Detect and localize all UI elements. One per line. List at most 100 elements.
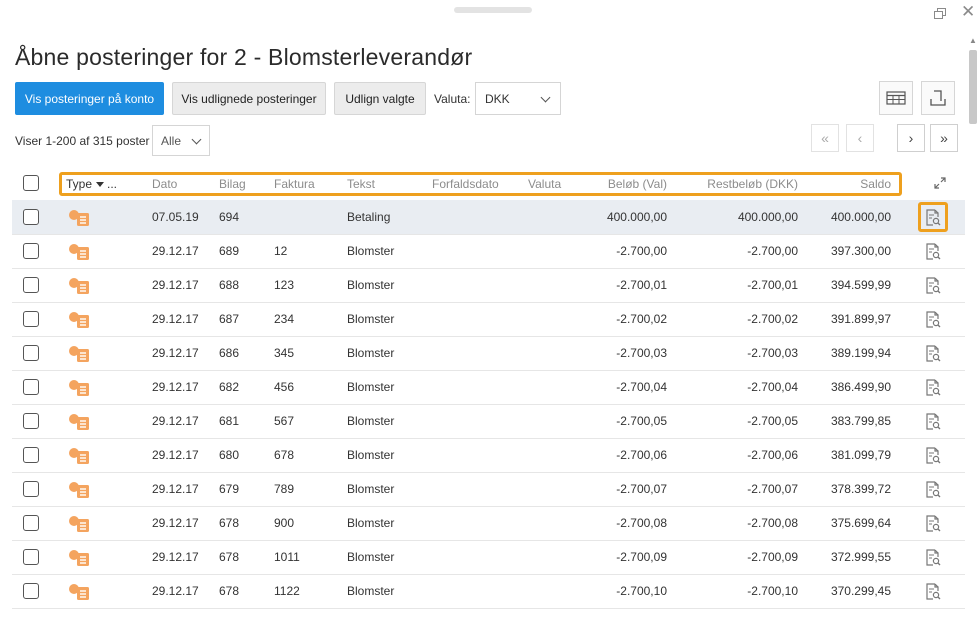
document-search-icon[interactable] xyxy=(925,345,941,362)
filter-select[interactable]: Alle xyxy=(152,125,210,156)
row-checkbox[interactable] xyxy=(23,413,39,429)
cell-voucher: 686 xyxy=(219,346,240,360)
table-row[interactable]: 29.12.17 678 900 Blomster -2.700,08 -2.7… xyxy=(12,506,965,541)
cell-date: 29.12.17 xyxy=(152,584,199,598)
column-header-remaining[interactable]: Restbeløb (DKK) xyxy=(677,166,798,200)
close-icon[interactable]: ✕ xyxy=(961,3,975,20)
row-checkbox[interactable] xyxy=(23,277,39,293)
row-action-highlight-outline xyxy=(918,202,948,232)
chevron-down-icon xyxy=(191,134,202,145)
column-header-balance[interactable]: Saldo xyxy=(807,166,891,200)
window-drag-handle[interactable] xyxy=(454,7,532,13)
row-checkbox[interactable] xyxy=(23,311,39,327)
cell-voucher: 689 xyxy=(219,244,240,258)
cell-invoice: 123 xyxy=(274,278,295,292)
row-checkbox[interactable] xyxy=(23,243,39,259)
select-all-checkbox[interactable] xyxy=(23,175,39,191)
scroll-thumb[interactable] xyxy=(969,50,977,124)
table-columns-icon xyxy=(886,91,906,105)
cell-remaining: -2.700,00 xyxy=(747,244,798,258)
row-checkbox[interactable] xyxy=(23,481,39,497)
restore-window-icon[interactable] xyxy=(934,8,946,19)
show-reconciled-entries-button[interactable]: Vis udlignede posteringer xyxy=(172,82,326,115)
document-search-icon[interactable] xyxy=(925,413,941,430)
cell-text: Blomster xyxy=(347,380,395,394)
cell-remaining: -2.700,07 xyxy=(747,482,798,496)
column-header-date[interactable]: Dato xyxy=(152,166,177,200)
table-row[interactable]: 29.12.17 688 123 Blomster -2.700,01 -2.7… xyxy=(12,268,965,303)
cell-balance: 375.699,64 xyxy=(830,516,891,530)
cell-text: Blomster xyxy=(347,346,395,360)
table-header-row: Type... Dato Bilag Faktura Tekst Forfald… xyxy=(12,166,965,201)
row-checkbox[interactable] xyxy=(23,345,39,361)
cell-remaining: -2.700,10 xyxy=(747,584,798,598)
column-header-currency[interactable]: Valuta xyxy=(528,166,561,200)
row-checkbox[interactable] xyxy=(23,515,39,531)
document-search-icon[interactable] xyxy=(925,311,941,328)
chevron-down-icon xyxy=(540,92,551,103)
scroll-up-arrow-icon[interactable]: ▲ xyxy=(969,36,977,45)
column-header-amount[interactable]: Beløb (Val) xyxy=(572,166,667,200)
cell-date: 29.12.17 xyxy=(152,312,199,326)
sort-down-icon xyxy=(96,181,105,187)
document-search-icon[interactable] xyxy=(925,583,941,600)
document-search-icon[interactable] xyxy=(925,447,941,464)
show-entries-on-account-button[interactable]: Vis posteringer på konto xyxy=(15,82,164,115)
table-row[interactable]: 29.12.17 679 789 Blomster -2.700,07 -2.7… xyxy=(12,472,965,507)
pager-next-button[interactable]: › xyxy=(897,124,925,152)
cell-balance: 394.599,99 xyxy=(830,278,891,292)
expand-icon[interactable] xyxy=(933,176,947,190)
cell-text: Blomster xyxy=(347,414,395,428)
row-checkbox[interactable] xyxy=(23,379,39,395)
export-button[interactable] xyxy=(921,81,955,115)
invoice-type-icon xyxy=(69,346,89,362)
table-row[interactable]: 29.12.17 682 456 Blomster -2.700,04 -2.7… xyxy=(12,370,965,405)
table-row[interactable]: 29.12.17 678 1122 Blomster -2.700,10 -2.… xyxy=(12,574,965,609)
vertical-scrollbar[interactable]: ▲ xyxy=(967,36,979,622)
invoice-type-icon xyxy=(69,448,89,464)
pager-prev-button[interactable]: ‹ xyxy=(846,124,874,152)
entry-count-text: Viser 1-200 af 315 poster xyxy=(15,134,150,148)
row-checkbox[interactable] xyxy=(23,447,39,463)
row-checkbox[interactable] xyxy=(23,209,39,225)
pager-last-button[interactable]: » xyxy=(930,124,958,152)
table-columns-button[interactable] xyxy=(879,81,913,115)
cell-invoice: 12 xyxy=(274,244,288,258)
column-header-text[interactable]: Tekst xyxy=(347,166,375,200)
cell-text: Blomster xyxy=(347,312,395,326)
row-checkbox[interactable] xyxy=(23,549,39,565)
cell-remaining: -2.700,06 xyxy=(747,448,798,462)
table-row[interactable]: 29.12.17 681 567 Blomster -2.700,05 -2.7… xyxy=(12,404,965,439)
page-title: Åbne posteringer for 2 - Blomsterleveran… xyxy=(15,44,473,70)
cell-invoice: 789 xyxy=(274,482,295,496)
reconcile-selected-button[interactable]: Udlign valgte xyxy=(334,82,426,115)
document-search-icon[interactable] xyxy=(925,549,941,566)
cell-amount: -2.700,09 xyxy=(616,550,667,564)
column-header-invoice[interactable]: Faktura xyxy=(274,166,315,200)
column-header-voucher[interactable]: Bilag xyxy=(219,166,246,200)
table-row[interactable]: 29.12.17 687 234 Blomster -2.700,02 -2.7… xyxy=(12,302,965,337)
table-row[interactable]: 29.12.17 678 1011 Blomster -2.700,09 -2.… xyxy=(12,540,965,575)
table-row[interactable]: 29.12.17 689 12 Blomster -2.700,00 -2.70… xyxy=(12,234,965,269)
column-header-type[interactable]: Type... xyxy=(66,166,117,200)
document-search-icon[interactable] xyxy=(925,379,941,396)
pager-first-button[interactable]: « xyxy=(811,124,839,152)
document-search-icon[interactable] xyxy=(925,277,941,294)
cell-balance: 378.399,72 xyxy=(830,482,891,496)
table-row[interactable]: 29.12.17 686 345 Blomster -2.700,03 -2.7… xyxy=(12,336,965,371)
table-row[interactable]: 07.05.19 694 Betaling 400.000,00 400.000… xyxy=(12,200,965,235)
table-row[interactable]: 29.12.17 680 678 Blomster -2.700,06 -2.7… xyxy=(12,438,965,473)
cell-voucher: 682 xyxy=(219,380,240,394)
currency-select[interactable]: DKK xyxy=(475,82,561,115)
invoice-type-icon xyxy=(69,312,89,328)
cell-balance: 381.099,79 xyxy=(830,448,891,462)
row-checkbox[interactable] xyxy=(23,583,39,599)
cell-date: 29.12.17 xyxy=(152,516,199,530)
document-search-icon[interactable] xyxy=(925,515,941,532)
document-search-icon[interactable] xyxy=(925,481,941,498)
column-header-due-date[interactable]: Forfaldsdato xyxy=(432,166,499,200)
document-search-icon[interactable] xyxy=(925,243,941,260)
cell-invoice: 678 xyxy=(274,448,295,462)
cell-text: Blomster xyxy=(347,448,395,462)
invoice-type-icon xyxy=(69,550,89,566)
